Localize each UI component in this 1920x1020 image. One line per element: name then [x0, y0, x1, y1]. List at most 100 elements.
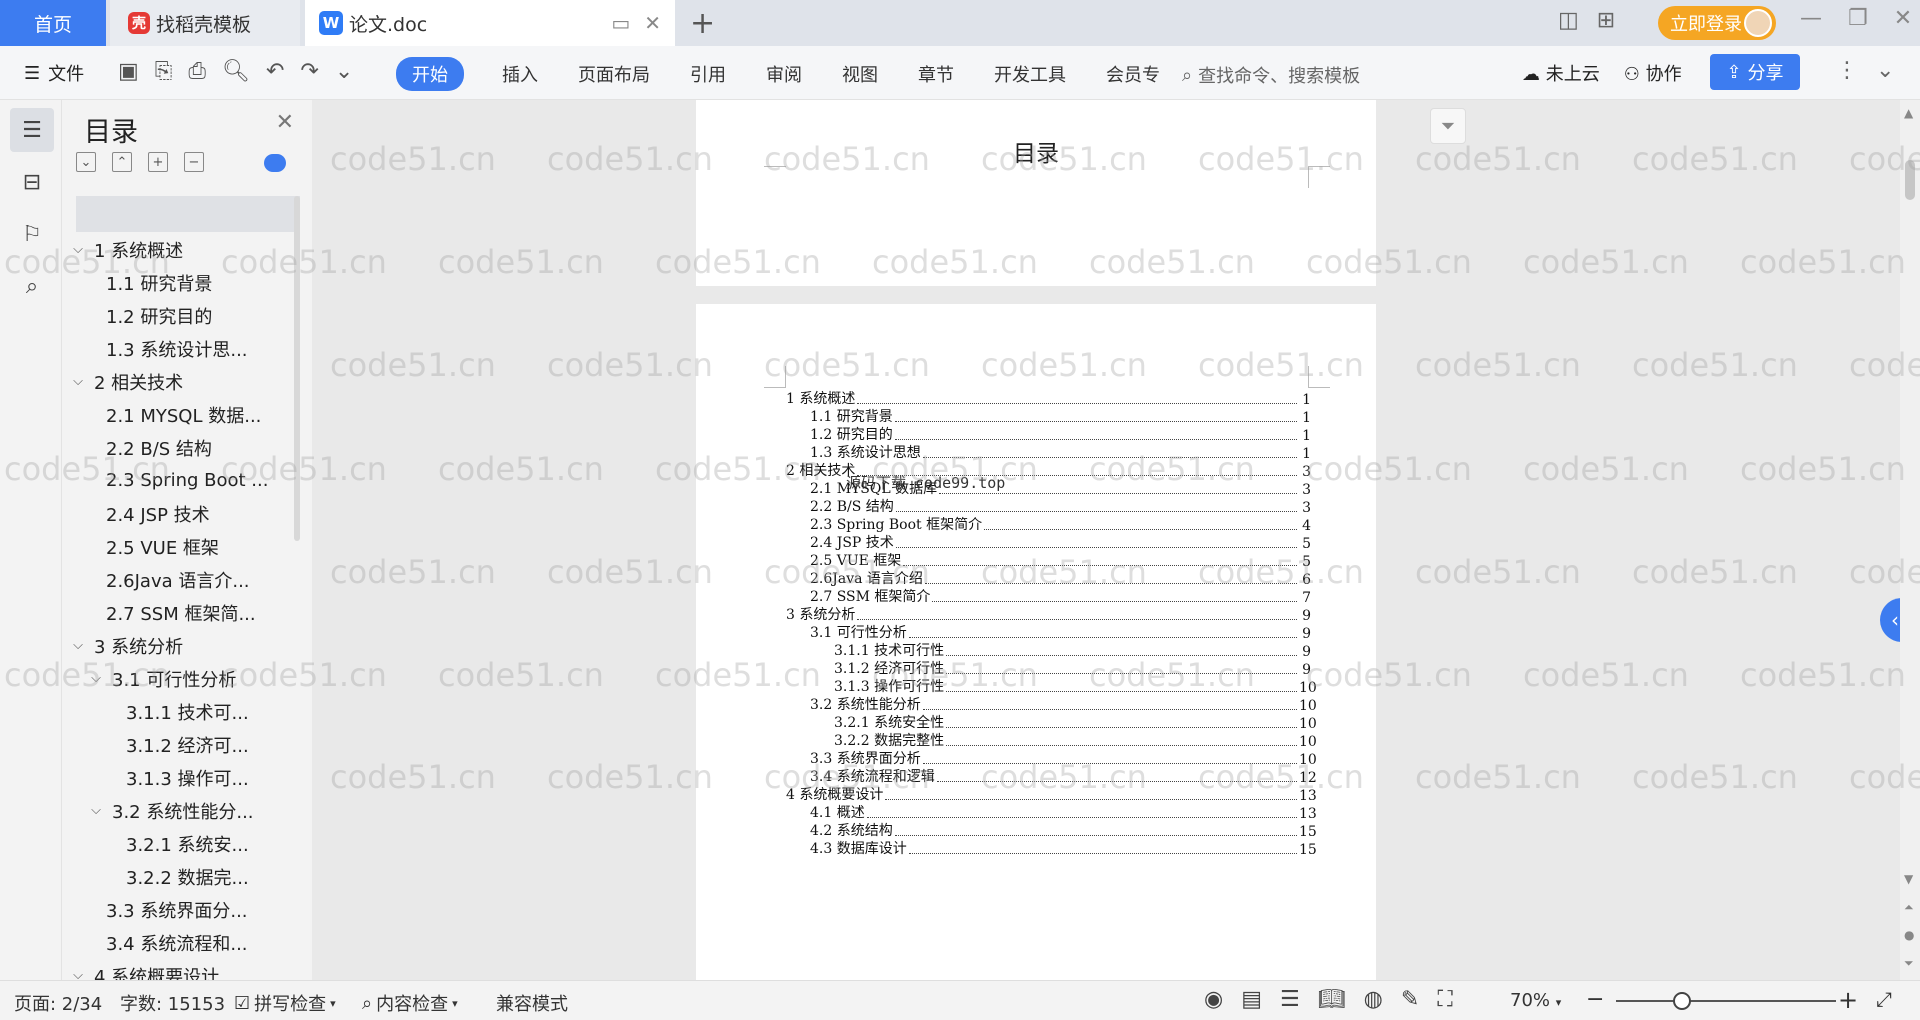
zoom-level[interactable]: 70% ▾	[1510, 990, 1561, 1011]
outline-item[interactable]: ⌵ 3 系统分析	[62, 629, 300, 662]
outline-item[interactable]: 3.3 系统界面分...	[62, 893, 300, 926]
outline-view-icon[interactable]: ☰	[1280, 987, 1300, 1012]
outline-item[interactable]: 1.2 研究目的	[62, 299, 300, 332]
save-icon[interactable]: ▣	[118, 59, 139, 84]
outline-item[interactable]: ⌵ 3.2 系统性能分...	[62, 794, 300, 827]
menu-tab[interactable]: 引用	[670, 57, 746, 91]
side-panel-toggle-icon[interactable]: ‹	[1880, 598, 1900, 642]
document-scrollbar[interactable]: ▲ ▼ ⏶ ● ⏷	[1900, 100, 1920, 980]
redo-icon[interactable]: ↷	[300, 59, 318, 84]
outline-item[interactable]: ⌵ 2 相关技术	[62, 365, 300, 398]
reading-view-icon[interactable]: 📖︎	[1318, 987, 1346, 1012]
outline-item[interactable]: 3.2.2 数据完...	[62, 860, 300, 893]
scroll-down-icon[interactable]: ▼	[1904, 872, 1913, 886]
zoom-out-icon[interactable]: −	[1586, 987, 1604, 1012]
outline-item[interactable]: ⌵ 4 系统概要设计	[62, 959, 300, 981]
page-view-icon[interactable]: ▤	[1241, 987, 1262, 1012]
login-button[interactable]: 立即登录	[1658, 6, 1776, 40]
outline-item[interactable]: 2.7 SSM 框架简...	[62, 596, 300, 629]
menu-tab[interactable]: 页面布局	[558, 57, 670, 91]
toc-entry[interactable]: 2.7 SSM 框架简介 7	[786, 588, 1311, 606]
chevron-down-icon[interactable]: ⌄	[335, 59, 353, 84]
outline-selected-row[interactable]	[76, 196, 300, 232]
outline-item[interactable]: 2.5 VUE 框架	[62, 530, 300, 563]
write-mode-icon[interactable]: ✎	[1401, 987, 1419, 1012]
tab-home[interactable]: 首页	[0, 0, 106, 46]
menu-tab[interactable]: 章节	[898, 57, 974, 91]
menu-tab[interactable]: 会员专	[1086, 57, 1180, 91]
command-search-input[interactable]: 查找命令、搜索模板	[1198, 62, 1360, 88]
chevron-down-icon[interactable]: ⌵	[70, 968, 86, 980]
find-icon[interactable]: ⌕	[10, 264, 54, 308]
app-grid-icon[interactable]: ⊞	[1597, 8, 1615, 33]
outline-item[interactable]: 3.1.2 经济可...	[62, 728, 300, 761]
undo-icon[interactable]: ↶	[266, 59, 284, 84]
toc-entry[interactable]: 1.3 系统设计思想 1	[786, 444, 1311, 462]
split-view-icon[interactable]: ◫	[1558, 8, 1579, 33]
zoom-in-icon[interactable]: +	[1838, 986, 1858, 1014]
filter-icon[interactable]: ⏷	[1430, 108, 1466, 144]
chevron-down-icon[interactable]: ⌵	[88, 671, 104, 686]
bookmark-icon[interactable]: ⚐	[10, 212, 54, 256]
minimize-icon[interactable]: —	[1800, 6, 1822, 31]
outline-item[interactable]: 3.1.1 技术可...	[62, 695, 300, 728]
prev-page-icon[interactable]: ⏶	[1904, 900, 1914, 915]
print-preview-icon[interactable]: 🔍︎	[222, 59, 250, 84]
outline-item[interactable]: 2.1 MYSQL 数据...	[62, 398, 300, 431]
page-indicator[interactable]: 页面: 2/34	[14, 990, 102, 1016]
page-2[interactable]: 1 系统概述 1 1.1 研究背景 1 1.2 研究目的 1 1.3 系统设计思想 1 2 相关…	[696, 304, 1376, 980]
document-area[interactable]: 目录 1 系统概述 1 1.1 研究背景 1 1.2 研究目的 1 1.3 系统设计思想 1 2…	[312, 100, 1900, 980]
word-count[interactable]: 字数: 15153	[120, 990, 225, 1016]
outline-item[interactable]: ⌵ 1 系统概述	[62, 233, 300, 266]
scrollbar-thumb[interactable]	[1905, 160, 1915, 200]
content-check-button[interactable]: ⌕ 内容检查 ▾	[362, 990, 458, 1016]
new-tab-button[interactable]: +	[690, 6, 715, 41]
close-window-icon[interactable]: ✕	[1894, 6, 1912, 31]
page-1[interactable]: 目录	[696, 100, 1376, 286]
file-menu[interactable]: ☰ 文件	[24, 60, 84, 86]
spellcheck-button[interactable]: ☑ 拼写检查 ▾	[234, 990, 336, 1016]
fit-page-icon[interactable]: ⛶	[1437, 987, 1452, 1012]
print-icon[interactable]: ⎙	[188, 59, 206, 84]
next-page-icon[interactable]: ⏷	[1904, 956, 1914, 971]
outline-item[interactable]: 2.2 B/S 结构	[62, 431, 300, 464]
outline-item[interactable]: 2.4 JSP 技术	[62, 497, 300, 530]
navigation-icon[interactable]: ⊟	[10, 160, 54, 204]
share-button[interactable]: ⇪ 分享	[1710, 54, 1800, 90]
collaborate-button[interactable]: ⚇ 协作	[1624, 60, 1682, 86]
zoom-slider-handle[interactable]	[1673, 992, 1691, 1010]
chevron-down-icon[interactable]: ⌵	[70, 374, 86, 389]
scroll-up-icon[interactable]: ▲	[1904, 106, 1913, 120]
menu-tab[interactable]: 插入	[482, 57, 558, 91]
outline-item[interactable]: 1.3 系统设计思...	[62, 332, 300, 365]
export-pdf-icon[interactable]: ⎘	[155, 59, 173, 84]
menu-tab[interactable]: 视图	[822, 57, 898, 91]
web-view-icon[interactable]: ◍	[1364, 987, 1383, 1012]
outline-item[interactable]: 2.3 Spring Boot ...	[62, 464, 300, 497]
toc-entry[interactable]: 4.3 数据库设计 15	[786, 840, 1317, 858]
eye-protection-icon[interactable]: ◉	[1204, 987, 1223, 1012]
add-heading-icon[interactable]: +	[148, 152, 168, 172]
collapse-all-icon[interactable]: ⌃	[112, 152, 132, 172]
outline-item[interactable]: 3.4 系统流程和...	[62, 926, 300, 959]
ai-assistant-icon[interactable]	[264, 154, 286, 172]
menu-tab[interactable]: 审阅	[746, 57, 822, 91]
close-tab-icon[interactable]: ✕	[644, 11, 661, 35]
outline-item[interactable]: 2.6Java 语言介...	[62, 563, 300, 596]
tab-template[interactable]: 壳 找稻壳模板	[110, 0, 300, 46]
menu-tab[interactable]: 开发工具	[974, 57, 1086, 91]
remove-heading-icon[interactable]: −	[184, 152, 204, 172]
close-icon[interactable]: ✕	[276, 110, 294, 135]
expand-all-icon[interactable]: ⌄	[76, 152, 96, 172]
zoom-slider[interactable]	[1616, 1000, 1836, 1002]
outline-item[interactable]: ⌵ 3.1 可行性分析	[62, 662, 300, 695]
chevron-down-icon[interactable]: ⌵	[70, 242, 86, 257]
outline-item[interactable]: 1.1 研究背景	[62, 266, 300, 299]
outline-icon[interactable]: ☰	[10, 108, 54, 152]
outline-item[interactable]: 3.2.1 系统安...	[62, 827, 300, 860]
chevron-down-icon[interactable]: ⌵	[70, 638, 86, 653]
fullscreen-icon[interactable]: ⤢	[1876, 987, 1892, 1011]
select-browse-icon[interactable]: ●	[1904, 928, 1914, 942]
command-search[interactable]: ⌕ 查找命令、搜索模板	[1182, 62, 1360, 88]
monitor-icon[interactable]: ▭	[611, 11, 630, 35]
